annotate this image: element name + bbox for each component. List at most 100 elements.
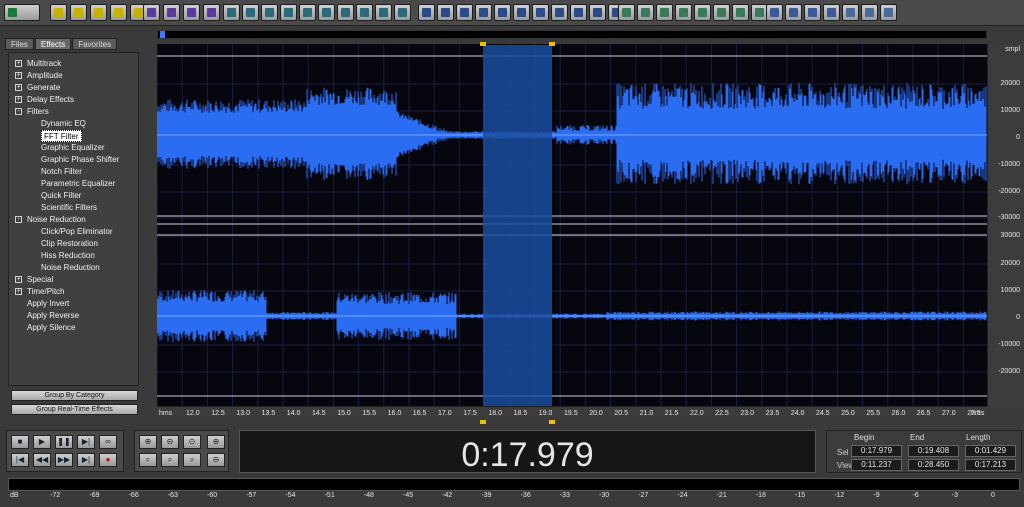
overview-bar[interactable]: [157, 30, 987, 39]
toolbar-button-33[interactable]: [656, 4, 673, 21]
toolbar-button-26[interactable]: [532, 4, 549, 21]
toolbar-button-19[interactable]: [394, 4, 411, 21]
zoom-left-icon[interactable]: ⌕: [161, 453, 179, 467]
group-by-category-button[interactable]: Group By Category: [11, 390, 138, 401]
tree-expander-icon[interactable]: +: [15, 72, 22, 79]
toolbar-button-27[interactable]: [551, 4, 568, 21]
tree-expander-icon[interactable]: +: [15, 84, 22, 91]
toolbar-button-12[interactable]: [261, 4, 278, 21]
tree-item[interactable]: Scientific Filters: [41, 202, 97, 214]
toolbar-button-25[interactable]: [513, 4, 530, 21]
toolbar-button-1[interactable]: [50, 4, 67, 21]
toolbar-button-24[interactable]: [494, 4, 511, 21]
go-to-end-button[interactable]: ▶|: [77, 453, 95, 467]
toolbar-button-4[interactable]: [110, 4, 127, 21]
view-end-field[interactable]: 0:28.450: [908, 459, 959, 471]
fast-forward-button[interactable]: ▶▶: [55, 453, 73, 467]
toolbar-button-23[interactable]: [475, 4, 492, 21]
selection-region[interactable]: [483, 45, 552, 406]
toolbar-button-37[interactable]: [732, 4, 749, 21]
sel-length-field[interactable]: 0:01.429: [965, 445, 1016, 457]
zoom-selection-icon[interactable]: ⌕: [139, 453, 157, 467]
tree-item[interactable]: Time/Pitch: [27, 286, 65, 298]
tab-effects[interactable]: Effects: [34, 38, 72, 50]
loop-button[interactable]: ∞: [99, 435, 117, 449]
tree-item[interactable]: Apply Invert: [27, 298, 69, 310]
toolbar-button-31[interactable]: [618, 4, 635, 21]
toolbar-button-34[interactable]: [675, 4, 692, 21]
tree-item[interactable]: Special: [27, 274, 53, 286]
group-realtime-effects-button[interactable]: Group Real-Time Effects: [11, 404, 138, 415]
tree-item[interactable]: Noise Reduction: [41, 262, 100, 274]
tree-item[interactable]: Dynamic EQ: [41, 118, 86, 130]
record-button[interactable]: ●: [99, 453, 117, 467]
pause-button[interactable]: ❚❚: [55, 435, 73, 449]
tree-expander-icon[interactable]: +: [15, 60, 22, 67]
rewind-button[interactable]: ◀◀: [33, 453, 51, 467]
toolbar-button-8[interactable]: [183, 4, 200, 21]
view-begin-field[interactable]: 0:11.237: [851, 459, 902, 471]
toolbar-button-7[interactable]: [163, 4, 180, 21]
tree-item[interactable]: FFT Filter: [41, 130, 82, 142]
tab-files[interactable]: Files: [5, 38, 34, 50]
toolbar-button-42[interactable]: [823, 4, 840, 21]
toolbar-button-3[interactable]: [90, 4, 107, 21]
tree-item[interactable]: Apply Reverse: [27, 310, 79, 322]
tree-item[interactable]: Notch Filter: [41, 166, 82, 178]
toolbar-button-32[interactable]: [637, 4, 654, 21]
play-to-end-button[interactable]: ▶|: [77, 435, 95, 449]
selection-end-handle-bottom[interactable]: [549, 420, 555, 424]
toolbar-button-10[interactable]: [223, 4, 240, 21]
tree-item[interactable]: Noise Reduction: [27, 214, 86, 226]
toolbar-button-46[interactable]: [861, 4, 878, 21]
toolbar-button-20[interactable]: [418, 4, 435, 21]
tree-item[interactable]: Graphic Equalizer: [41, 142, 105, 154]
sel-end-field[interactable]: 0:19.408: [908, 445, 959, 457]
zoom-full-icon[interactable]: ⊙: [183, 435, 201, 449]
toolbar-button-45[interactable]: [842, 4, 859, 21]
tree-expander-icon[interactable]: +: [15, 276, 22, 283]
tree-expander-icon[interactable]: +: [15, 288, 22, 295]
zoom-out-vertical-icon[interactable]: ⊖: [207, 453, 225, 467]
tree-expander-icon[interactable]: -: [15, 216, 22, 223]
toolbar-button-35[interactable]: [694, 4, 711, 21]
tab-favorites[interactable]: Favorites: [72, 38, 118, 50]
toolbar-button-15[interactable]: [318, 4, 335, 21]
toolbar-button-39[interactable]: [766, 4, 783, 21]
stop-button[interactable]: ■: [11, 435, 29, 449]
toolbar-button-18[interactable]: [375, 4, 392, 21]
zoom-right-icon[interactable]: ⌕: [183, 453, 201, 467]
toolbar-button-21[interactable]: [437, 4, 454, 21]
toolbar-button-28[interactable]: [570, 4, 587, 21]
zoom-in-icon[interactable]: ⊕: [139, 435, 157, 449]
go-to-start-button[interactable]: |◀: [11, 453, 29, 467]
tree-item[interactable]: Delay Effects: [27, 94, 74, 106]
tree-item[interactable]: Filters: [27, 106, 49, 118]
tree-item[interactable]: Graphic Phase Shifter: [41, 154, 119, 166]
toolbar-button-40[interactable]: [785, 4, 802, 21]
tree-expander-icon[interactable]: +: [15, 96, 22, 103]
tree-item[interactable]: Hiss Reduction: [41, 250, 95, 262]
play-button[interactable]: ▶: [33, 435, 51, 449]
zoom-in-vertical-icon[interactable]: ⊕: [207, 435, 225, 449]
toolbar-button-22[interactable]: [456, 4, 473, 21]
zoom-out-icon[interactable]: ⊖: [161, 435, 179, 449]
toolbar-button-14[interactable]: [299, 4, 316, 21]
tree-item[interactable]: Parametric Equalizer: [41, 178, 115, 190]
waveform-display[interactable]: [157, 44, 987, 406]
sel-begin-field[interactable]: 0:17.979: [851, 445, 902, 457]
toolbar-button-41[interactable]: [804, 4, 821, 21]
tree-item[interactable]: Clip Restoration: [41, 238, 98, 250]
view-length-field[interactable]: 0:17.213: [965, 459, 1016, 471]
tree-item[interactable]: Amplitude: [27, 70, 63, 82]
toolbar-button-36[interactable]: [713, 4, 730, 21]
selection-end-handle[interactable]: [549, 42, 555, 46]
toolbar-button-6[interactable]: [143, 4, 160, 21]
tree-item[interactable]: Generate: [27, 82, 60, 94]
tree-item[interactable]: Quick Filter: [41, 190, 81, 202]
toolbar-button-0[interactable]: [4, 4, 40, 21]
overview-view-marker[interactable]: [160, 31, 165, 38]
toolbar-button-13[interactable]: [280, 4, 297, 21]
tree-item[interactable]: Click/Pop Eliminator: [41, 226, 113, 238]
toolbar-button-29[interactable]: [589, 4, 606, 21]
